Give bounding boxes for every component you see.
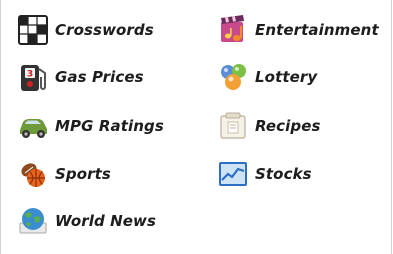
gas-price-sign-icon: 3 [17,61,49,93]
crosswords-link[interactable]: Crosswords [17,13,154,47]
crossword-grid-icon [17,14,49,46]
entertainment-link[interactable]: Entertainment [217,13,379,47]
car-icon [17,110,49,142]
world-news-label: World News [55,212,157,230]
clapperboard-music-icon [217,14,249,46]
recipes-link[interactable]: Recipes [217,109,321,143]
lottery-balls-icon [217,61,249,93]
lottery-link[interactable]: Lottery [217,60,317,94]
gas-prices-link[interactable]: 3 Gas Prices [17,60,144,94]
entertainment-label: Entertainment [255,21,379,39]
recipe-card-icon [217,110,249,142]
recipes-label: Recipes [255,117,321,135]
links-panel: Crosswords Entertainment 3 Gas Prices Lo… [0,0,392,254]
stocks-label: Stocks [255,165,312,183]
lottery-label: Lottery [255,68,318,86]
globe-icon [17,205,49,237]
mpg-ratings-link[interactable]: MPG Ratings [17,109,164,143]
stocks-link[interactable]: Stocks [217,157,312,191]
crosswords-label: Crosswords [55,21,154,39]
svg-text:3: 3 [27,70,33,80]
mpg-ratings-label: MPG Ratings [55,117,164,135]
stock-chart-icon [217,158,249,190]
gas-prices-label: Gas Prices [55,68,144,86]
sports-balls-icon [17,158,49,190]
world-news-link[interactable]: World News [17,204,156,238]
sports-link[interactable]: Sports [17,157,111,191]
sports-label: Sports [55,165,111,183]
